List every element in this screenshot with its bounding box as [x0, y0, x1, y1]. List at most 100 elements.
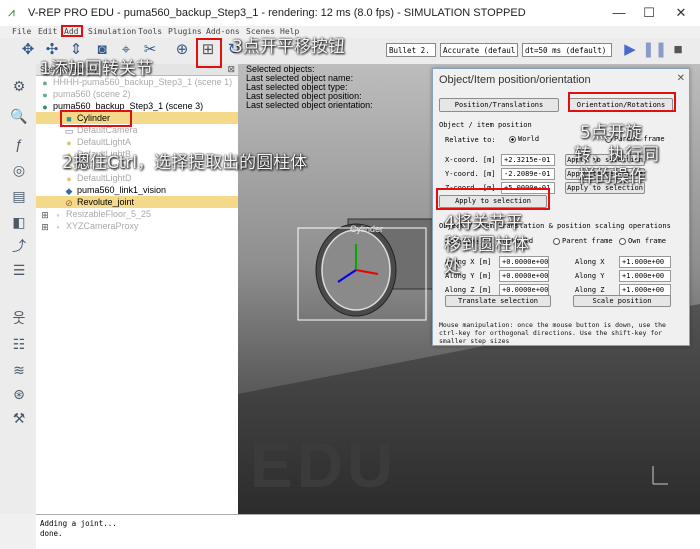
annotation-box-cylinder — [60, 110, 132, 127]
expand-icon[interactable]: ⊞ — [40, 210, 50, 220]
radio-world[interactable]: World — [509, 135, 539, 143]
y-coord-field[interactable]: -2.2089e-01 — [501, 168, 555, 180]
tree-item-light-a[interactable]: ● DefaultLightA — [64, 136, 131, 148]
tree-item-vision[interactable]: ◆ puma560_link1_vision — [64, 184, 167, 196]
model-browser-icon[interactable]: 웃 — [9, 308, 29, 328]
scene-hierarchy-icon[interactable]: ☷ — [9, 334, 29, 354]
scene-icon: ● — [42, 77, 48, 88]
translate-selection-button[interactable]: Translate selection — [445, 295, 551, 307]
minimize-button[interactable]: — — [604, 4, 634, 22]
dialog-title: Object/Item position/orientation — [439, 74, 591, 86]
section-object-position: Object / item position — [439, 121, 532, 129]
engine-combo[interactable]: Bullet 2. — [386, 43, 436, 57]
vision-sensor-icon: ◆ — [65, 185, 73, 196]
console-line-1: Adding a joint... — [40, 519, 117, 528]
annotation-step-5-line-2: 转，执行同 — [574, 145, 659, 165]
scene-icon: ● — [42, 89, 48, 100]
along-y-field[interactable]: +0.0000e+00 — [499, 270, 549, 282]
side-toolbar: ⚙ 🔍 ƒ ◎ ▤ ◧ ⤴ ☰ 웃 ☷ ≋ ⊛ ⚒ — [0, 64, 37, 514]
dialog-close-icon[interactable]: ✕ — [677, 73, 685, 84]
video-recorder-icon[interactable]: ⊛ — [9, 384, 29, 404]
selection-icon[interactable]: ☰ — [9, 260, 29, 280]
along-x-field[interactable]: +0.0000e+00 — [499, 256, 549, 268]
menu-plugins[interactable]: Plugins — [168, 27, 202, 36]
fit-view-icon[interactable]: ⌖ — [116, 40, 136, 60]
scale-position-button[interactable]: Scale position — [573, 295, 671, 307]
radio-own-frame[interactable]: Own frame — [619, 237, 666, 245]
mouse-help-text: Mouse manipulation: once the mouse butto… — [439, 321, 666, 345]
menu-bar: File Edit Add Simulation Tools Plugins A… — [0, 26, 700, 38]
radio-dot — [619, 237, 626, 245]
menu-addons[interactable]: Add-ons — [206, 27, 240, 36]
layers-icon[interactable]: ≋ — [9, 360, 29, 380]
joint-icon: ⊘ — [65, 197, 73, 208]
scale-x-field[interactable]: +1.000e+00 — [619, 256, 671, 268]
menu-scenes[interactable]: Scenes — [246, 27, 275, 36]
title-bar: ⩘ V-REP PRO EDU - puma560_backup_Step3_1… — [0, 0, 700, 27]
close-button[interactable]: ✕ — [666, 4, 696, 22]
vrep-logo-icon: ⩘ — [8, 5, 15, 19]
along-z-label: Along Z [m] — [445, 286, 492, 294]
annotation-step-4-line-3: 处 — [444, 257, 461, 277]
light-icon: ● — [66, 137, 72, 148]
scale-y-field[interactable]: +1.000e+00 — [619, 270, 671, 282]
annotation-step-3: 3点开平移按钮 — [232, 37, 345, 57]
tab-position-translations[interactable]: Position/Translations — [439, 98, 559, 112]
annotation-box-add-menu — [61, 25, 83, 37]
tree-item-revolute-joint[interactable]: ⊘ Revolute_joint — [64, 196, 134, 208]
scene-hierarchy-panel: Scene hierarchy ⊠ ● HHHH-puma560_backup_S… — [36, 64, 239, 514]
camera-angle-icon[interactable]: ✂ — [140, 40, 160, 60]
relative-to-label: Relative to: — [445, 136, 496, 144]
annotation-step-5-line-3: 样的操作 — [578, 167, 646, 187]
tree-item-camera-proxy[interactable]: ⊞ ◦ XYZCameraProxy — [40, 220, 138, 232]
scale-x-label: Along X — [575, 258, 605, 266]
cylinder-label: Cylinder — [350, 224, 384, 234]
maximize-button[interactable]: ☐ — [634, 4, 664, 22]
simulation-settings-icon[interactable]: ⚙ — [9, 76, 29, 96]
pause-icon[interactable]: ❚❚ — [642, 40, 667, 60]
timestep-combo[interactable]: dt=50 ms (default) — [522, 43, 612, 57]
y-coord-label: Y-coord. [m] — [445, 170, 496, 178]
console-line-2: done. — [40, 529, 63, 538]
rotate-view-icon[interactable]: ✣ — [42, 40, 62, 60]
pan-view-icon[interactable]: ✥ — [18, 40, 38, 60]
camera-icon[interactable]: ◙ — [92, 40, 112, 60]
menu-file[interactable]: File — [12, 27, 31, 36]
edu-watermark: EDU — [250, 429, 398, 501]
calculation-modules-icon[interactable]: ƒ — [9, 134, 29, 154]
scale-z-label: Along Z — [575, 286, 605, 294]
x-coord-label: X-coord. [m] — [445, 156, 496, 164]
stop-icon[interactable]: ■ — [668, 40, 688, 60]
camera-icon: ▭ — [64, 125, 74, 136]
annotation-step-2: 2摁住Ctrl，选择提取出的圆柱体 — [62, 153, 308, 173]
user-settings-icon[interactable]: ⚒ — [9, 408, 29, 428]
shift-view-icon[interactable]: ⇕ — [66, 40, 86, 60]
menu-tools[interactable]: Tools — [138, 27, 162, 36]
annotation-step-4-line-1: 4将关节平 — [444, 213, 523, 233]
annotation-box-translate-button — [196, 38, 222, 68]
tree-item-floor[interactable]: ⊞ ◦ ResizableFloor_5_25 — [40, 208, 151, 220]
expand-icon[interactable]: ⊞ — [40, 222, 50, 232]
menu-simulation[interactable]: Simulation — [88, 27, 136, 36]
annotation-step-5-line-1: 5点开旋 — [580, 123, 642, 143]
path-edit-icon[interactable]: ⤴ — [9, 236, 29, 256]
scale-y-label: Along Y — [575, 272, 605, 280]
object-properties-icon[interactable]: 🔍 — [9, 106, 29, 126]
tree-scene-2[interactable]: ● puma560 (scene 2) — [40, 88, 130, 100]
play-icon[interactable]: ▶ — [620, 40, 640, 60]
radio-dot — [509, 135, 516, 143]
menu-edit[interactable]: Edit — [38, 27, 57, 36]
click-select-icon[interactable]: ⊕ — [172, 40, 192, 60]
light-icon: ● — [66, 173, 72, 184]
collections-icon[interactable]: ◎ — [9, 160, 29, 180]
tree-item-light-d[interactable]: ● DefaultLightD — [64, 172, 131, 184]
annotation-box-orientation-tab — [568, 92, 676, 112]
radio-parent-frame-2[interactable]: Parent frame — [553, 237, 613, 245]
shape-edit-icon[interactable]: ◧ — [9, 212, 29, 232]
close-panel-icon[interactable]: ⊠ — [227, 64, 235, 75]
menu-help[interactable]: Help — [280, 27, 299, 36]
accuracy-combo[interactable]: Accurate (defaul — [440, 43, 518, 57]
x-coord-field[interactable]: +2.3215e-01 — [501, 154, 555, 166]
console-panel: Adding a joint... done. — [36, 514, 700, 549]
scripts-icon[interactable]: ▤ — [9, 186, 29, 206]
